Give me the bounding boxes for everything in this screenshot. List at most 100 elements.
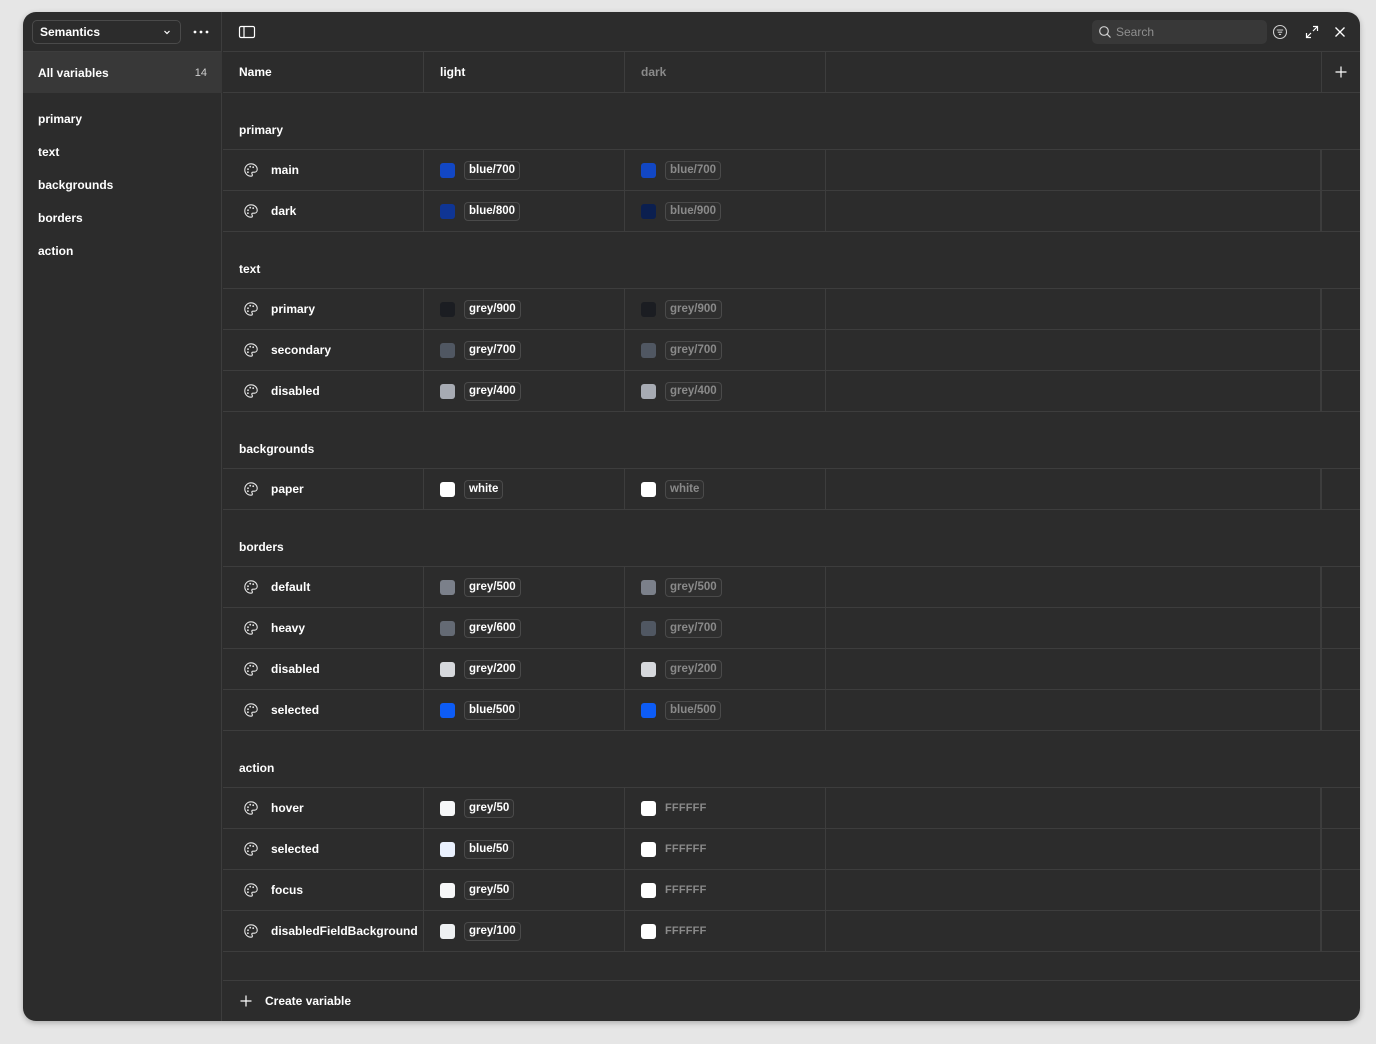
variable-name: disabled — [271, 662, 320, 676]
group-header-backgrounds: backgrounds — [223, 412, 1360, 469]
name-cell[interactable]: default — [223, 567, 424, 607]
light-value-cell[interactable]: grey/600 — [424, 608, 625, 648]
light-value-cell[interactable]: grey/50 — [424, 788, 625, 828]
empty-cell — [826, 330, 1321, 370]
sidebar-item-action[interactable]: action — [23, 234, 222, 267]
name-cell[interactable]: disabled — [223, 649, 424, 689]
table-row[interactable]: focus grey/50 FFFFFF — [223, 870, 1360, 911]
table-row[interactable]: disabledFieldBackground grey/100 FFFFFF — [223, 911, 1360, 952]
color-swatch — [440, 203, 455, 219]
table-row[interactable]: selected blue/50 FFFFFF — [223, 829, 1360, 870]
dark-value-cell[interactable]: blue/500 — [625, 690, 826, 730]
sidebar-item-text[interactable]: text — [23, 135, 222, 168]
dark-value-cell[interactable]: FFFFFF — [625, 829, 826, 869]
empty-cell — [826, 649, 1321, 689]
table-row[interactable]: selected blue/500 blue/500 — [223, 690, 1360, 731]
add-mode-button[interactable] — [1321, 52, 1360, 92]
group-header-borders: borders — [223, 510, 1360, 567]
sidebar-item-primary[interactable]: primary — [23, 102, 222, 135]
dark-value-cell[interactable]: grey/900 — [625, 289, 826, 329]
dark-value-cell[interactable]: blue/900 — [625, 191, 826, 231]
light-value-cell[interactable]: grey/100 — [424, 911, 625, 951]
dark-value-cell[interactable]: FFFFFF — [625, 870, 826, 910]
name-cell[interactable]: primary — [223, 289, 424, 329]
name-cell[interactable]: main — [223, 150, 424, 190]
expand-button[interactable] — [1301, 21, 1323, 43]
table-row[interactable]: main blue/700 blue/700 — [223, 150, 1360, 191]
palette-icon — [243, 342, 259, 358]
name-cell[interactable]: paper — [223, 469, 424, 509]
light-value-cell[interactable]: blue/800 — [424, 191, 625, 231]
name-cell[interactable]: selected — [223, 829, 424, 869]
empty-cell — [826, 371, 1321, 411]
name-cell[interactable]: dark — [223, 191, 424, 231]
sidebar-item-backgrounds[interactable]: backgrounds — [23, 168, 222, 201]
name-cell[interactable]: selected — [223, 690, 424, 730]
sidebar-panel-icon — [238, 25, 256, 39]
close-button[interactable] — [1329, 21, 1351, 43]
create-variable-button[interactable]: Create variable — [223, 980, 1360, 1021]
table-row[interactable]: secondary grey/700 grey/700 — [223, 330, 1360, 371]
name-cell[interactable]: disabledFieldBackground — [223, 911, 424, 951]
collection-select[interactable]: Semantics — [32, 20, 181, 44]
hex-value: FFFFFF — [665, 802, 707, 814]
alias-pill: grey/700 — [665, 618, 722, 638]
variable-name: selected — [271, 703, 320, 717]
column-header-dark[interactable]: dark — [625, 52, 826, 92]
dark-value-cell[interactable]: grey/200 — [625, 649, 826, 689]
name-cell[interactable]: secondary — [223, 330, 424, 370]
search-icon — [1099, 26, 1111, 38]
sidebar-toolbar: Semantics — [23, 12, 221, 52]
more-options-button[interactable] — [190, 21, 212, 43]
name-cell[interactable]: focus — [223, 870, 424, 910]
name-cell[interactable]: disabled — [223, 371, 424, 411]
light-value-cell[interactable]: blue/700 — [424, 150, 625, 190]
table-row[interactable]: disabled grey/200 grey/200 — [223, 649, 1360, 690]
dark-value-cell[interactable]: FFFFFF — [625, 788, 826, 828]
light-value-cell[interactable]: grey/50 — [424, 870, 625, 910]
filter-button[interactable] — [1269, 21, 1291, 43]
variable-name: default — [271, 580, 311, 594]
toggle-sidebar-button[interactable] — [237, 22, 257, 42]
name-cell[interactable]: hover — [223, 788, 424, 828]
light-value-cell[interactable]: blue/50 — [424, 829, 625, 869]
light-value-cell[interactable]: grey/200 — [424, 649, 625, 689]
alias-pill: grey/700 — [464, 340, 521, 360]
palette-icon — [243, 301, 259, 317]
all-variables-count: 14 — [194, 66, 207, 79]
sidebar-item-all-variables[interactable]: All variables 14 — [23, 52, 222, 93]
main-toolbar: Search — [223, 12, 1360, 52]
table-row[interactable]: paper white white — [223, 469, 1360, 510]
table-row[interactable]: hover grey/50 FFFFFF — [223, 788, 1360, 829]
collection-name: Semantics — [40, 25, 101, 39]
empty-cell — [826, 690, 1321, 730]
dark-value-cell[interactable]: grey/400 — [625, 371, 826, 411]
table-row[interactable]: default grey/500 grey/500 — [223, 567, 1360, 608]
name-cell[interactable]: heavy — [223, 608, 424, 648]
table-row[interactable]: disabled grey/400 grey/400 — [223, 371, 1360, 412]
table-row[interactable]: primary grey/900 grey/900 — [223, 289, 1360, 330]
main-panel: Search Name light dark primary main blue/7… — [223, 12, 1360, 1021]
close-icon — [1335, 27, 1345, 37]
dark-value-cell[interactable]: grey/700 — [625, 330, 826, 370]
dark-value-cell[interactable]: FFFFFF — [625, 911, 826, 951]
light-value-cell[interactable]: grey/400 — [424, 371, 625, 411]
search-input[interactable]: Search — [1092, 20, 1267, 44]
dark-value-cell[interactable]: white — [625, 469, 826, 509]
variable-name: hover — [271, 801, 304, 815]
all-variables-label: All variables — [38, 65, 109, 80]
light-value-cell[interactable]: grey/500 — [424, 567, 625, 607]
light-value-cell[interactable]: grey/900 — [424, 289, 625, 329]
dark-value-cell[interactable]: grey/700 — [625, 608, 826, 648]
light-value-cell[interactable]: grey/700 — [424, 330, 625, 370]
dark-value-cell[interactable]: blue/700 — [625, 150, 826, 190]
color-swatch — [440, 342, 455, 358]
more-horizontal-icon — [193, 30, 209, 34]
light-value-cell[interactable]: white — [424, 469, 625, 509]
light-value-cell[interactable]: blue/500 — [424, 690, 625, 730]
table-row[interactable]: dark blue/800 blue/900 — [223, 191, 1360, 232]
dark-value-cell[interactable]: grey/500 — [625, 567, 826, 607]
sidebar-item-borders[interactable]: borders — [23, 201, 222, 234]
table-row[interactable]: heavy grey/600 grey/700 — [223, 608, 1360, 649]
column-header-light[interactable]: light — [424, 52, 625, 92]
